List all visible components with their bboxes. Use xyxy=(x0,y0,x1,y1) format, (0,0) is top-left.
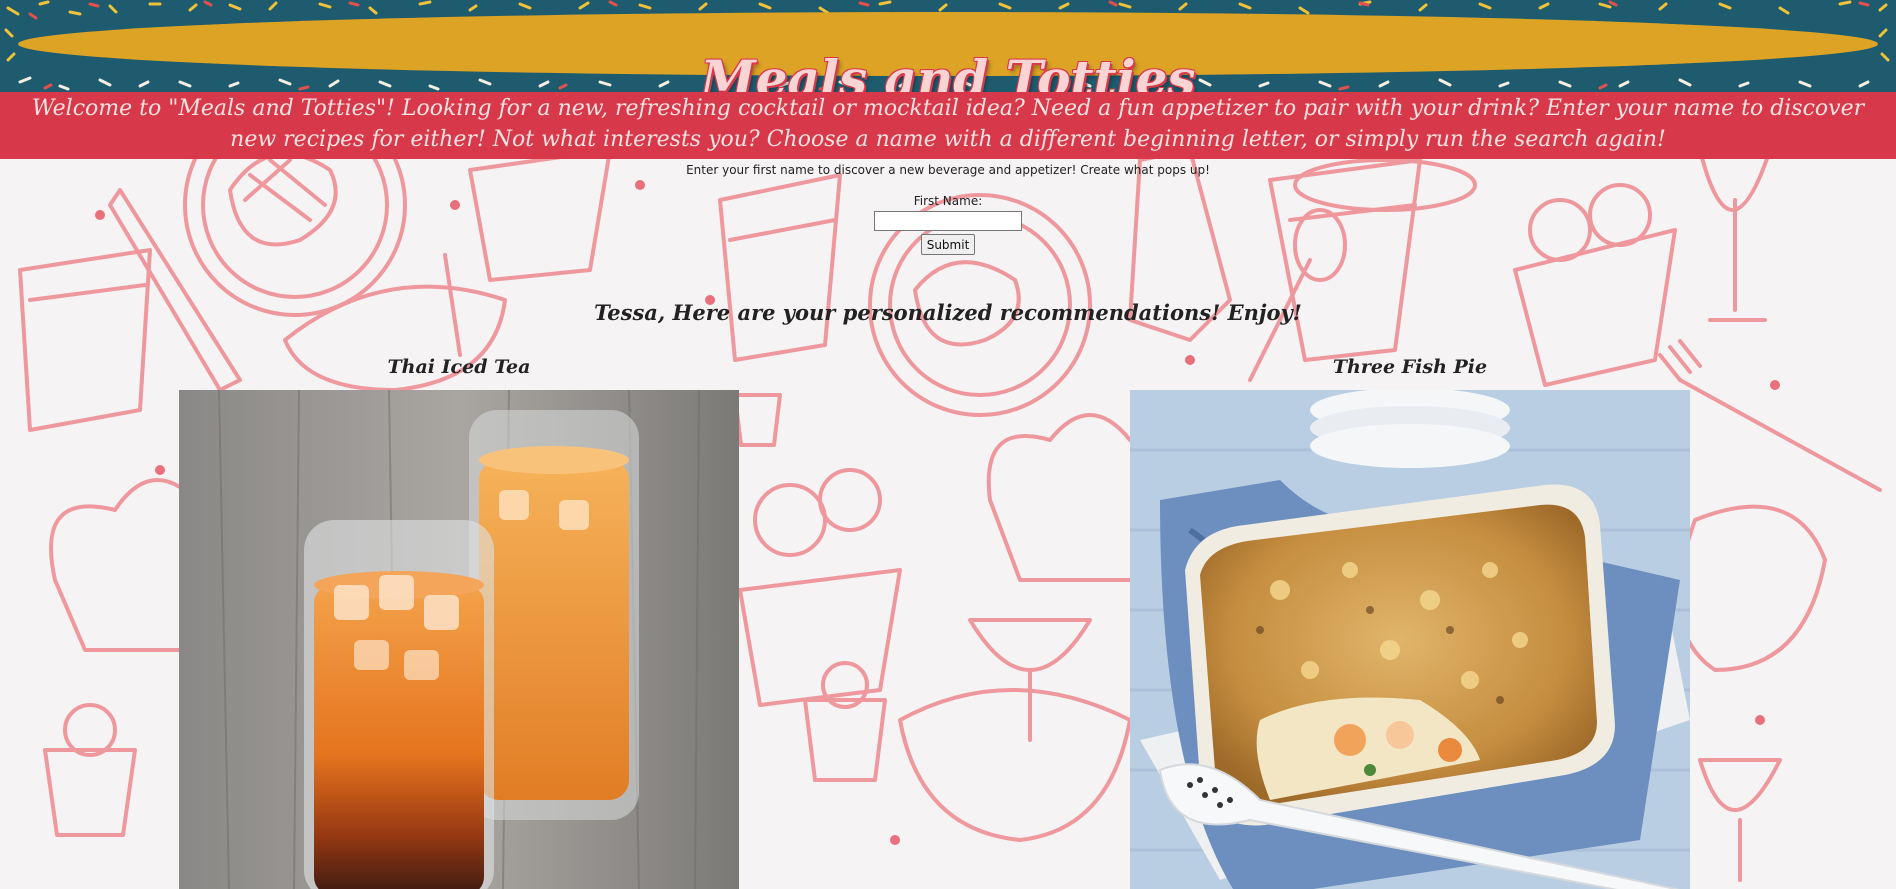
recommendations-heading: Tessa, Here are your personalized recomm… xyxy=(594,300,1302,325)
welcome-text: Welcome to "Meals and Totties"! Looking … xyxy=(31,96,1865,152)
site-header-banner: Meals and Totties xyxy=(0,0,1896,92)
name-form: First Name: Submit xyxy=(0,193,1896,255)
three-fish-pie-photo xyxy=(1130,390,1690,889)
appetizer-title: Three Fish Pie xyxy=(1332,356,1488,378)
main-content: Enter your first name to discover a new … xyxy=(0,159,1896,327)
first-name-input[interactable] xyxy=(874,211,1022,231)
first-name-label: First Name: xyxy=(913,194,983,208)
form-intro-text: Enter your first name to discover a new … xyxy=(686,163,1210,177)
thai-iced-tea-photo xyxy=(179,390,739,889)
beverage-card: Thai Iced Tea xyxy=(179,353,739,889)
site-title: Meals and Totties xyxy=(700,48,1196,93)
appetizer-card: Three Fish Pie xyxy=(1130,353,1690,889)
beverage-title: Thai Iced Tea xyxy=(387,356,531,378)
welcome-banner: Welcome to "Meals and Totties"! Looking … xyxy=(0,92,1896,159)
submit-button[interactable]: Submit xyxy=(920,234,976,255)
